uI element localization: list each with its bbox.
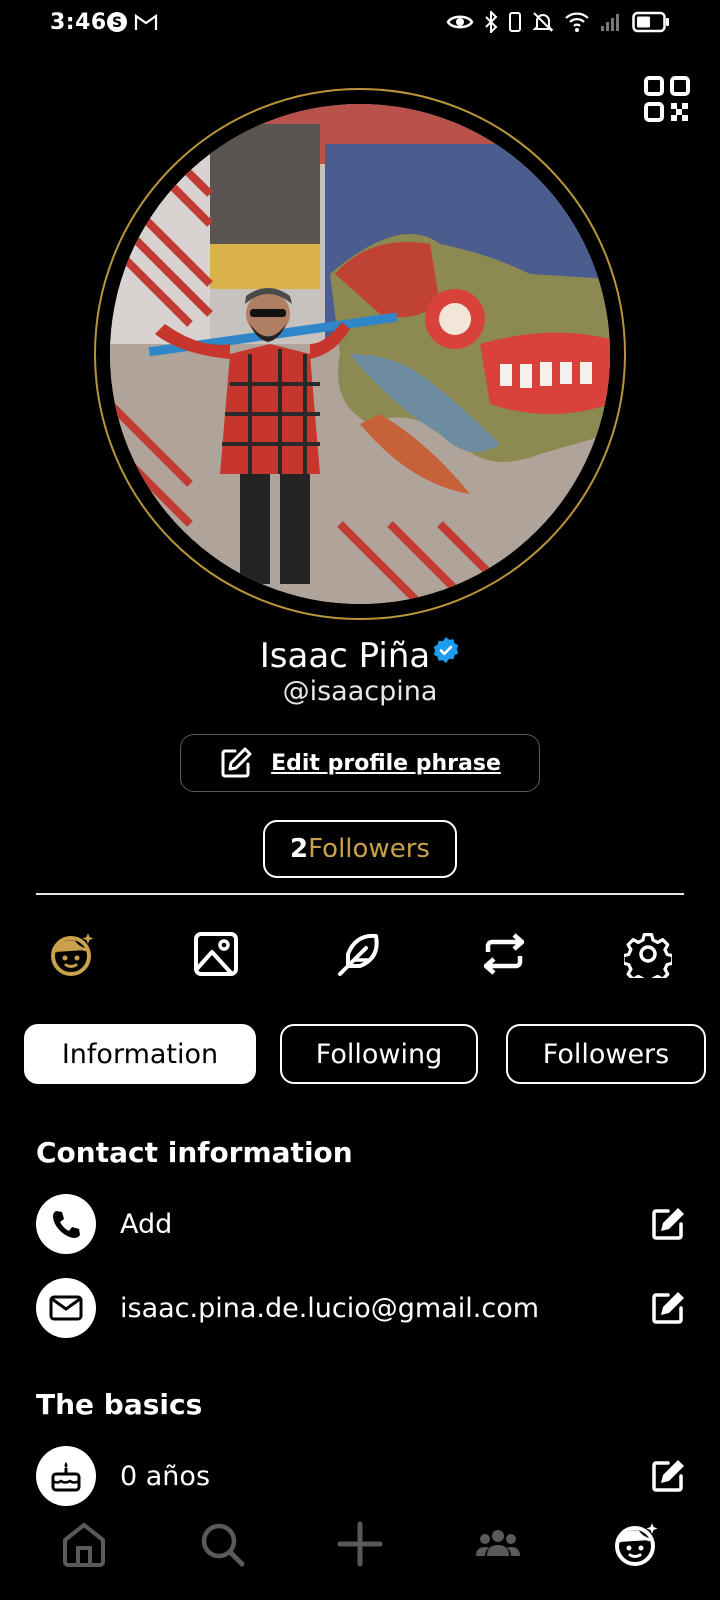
tab-followers[interactable]: Followers <box>506 1024 706 1084</box>
age-value: 0 años <box>120 1460 211 1492</box>
image-icon[interactable] <box>192 930 240 978</box>
plus-icon[interactable] <box>336 1520 384 1568</box>
divider <box>36 893 684 895</box>
edit-age-icon[interactable] <box>650 1458 686 1494</box>
the-basics-title: The basics <box>36 1388 203 1421</box>
settings-gear-icon[interactable] <box>624 930 672 978</box>
signal-icon <box>601 14 619 31</box>
profile-tabs: Information Following Followers <box>24 1024 720 1084</box>
avatar-photo <box>110 104 610 604</box>
followers-count: 2 <box>290 834 309 864</box>
contact-phone-row: Add <box>36 1194 686 1254</box>
edit-profile-phrase-button[interactable]: Edit profile phrase <box>180 734 540 792</box>
verified-badge-icon <box>433 637 459 663</box>
status-bar: 3:46 S <box>0 0 720 48</box>
phone-value: Add <box>120 1208 173 1240</box>
basics-age-row: 0 años <box>36 1446 686 1506</box>
email-value: isaac.pina.de.lucio@gmail.com <box>120 1292 540 1324</box>
status-time: 3:46 <box>50 10 107 35</box>
edit-email-icon[interactable] <box>650 1290 686 1326</box>
bluetooth-icon <box>485 11 498 33</box>
profile-face-icon[interactable] <box>48 930 96 978</box>
wifi-icon <box>565 12 589 32</box>
phone-icon <box>53 1211 80 1238</box>
search-icon[interactable] <box>198 1520 246 1568</box>
profile-nav-icon[interactable] <box>612 1520 660 1568</box>
profile-section-icons <box>0 930 720 982</box>
feather-icon[interactable] <box>336 930 384 978</box>
gmail-icon <box>134 13 158 30</box>
mail-icon <box>49 1295 83 1321</box>
tab-information[interactable]: Information <box>24 1024 256 1084</box>
battery-icon <box>632 11 669 33</box>
birthday-cake-icon <box>51 1462 81 1492</box>
edit-profile-phrase-label: Edit profile phrase <box>271 750 501 776</box>
followers-count-button[interactable]: 2 Followers <box>263 820 457 878</box>
followers-word: Followers <box>308 834 430 864</box>
bottom-navigation <box>0 1520 720 1588</box>
contact-email-row: isaac.pina.de.lucio@gmail.com <box>36 1278 686 1338</box>
s-app-icon: S <box>107 12 127 32</box>
contact-information-title: Contact information <box>36 1136 353 1169</box>
edit-phone-icon[interactable] <box>650 1206 686 1242</box>
profile-name: Isaac Piña <box>259 636 431 676</box>
repost-icon[interactable] <box>480 930 528 978</box>
profile-handle: @isaacpina <box>282 676 438 707</box>
avatar[interactable] <box>110 104 610 604</box>
svg-text:S: S <box>112 15 122 31</box>
eye-icon <box>446 15 474 29</box>
qr-code-icon[interactable] <box>644 76 690 122</box>
mute-icon <box>532 12 554 32</box>
tab-following[interactable]: Following <box>280 1024 478 1084</box>
vibrate-icon <box>509 12 521 32</box>
home-icon[interactable] <box>60 1520 108 1568</box>
edit-icon <box>221 747 252 778</box>
people-icon[interactable] <box>474 1520 522 1568</box>
